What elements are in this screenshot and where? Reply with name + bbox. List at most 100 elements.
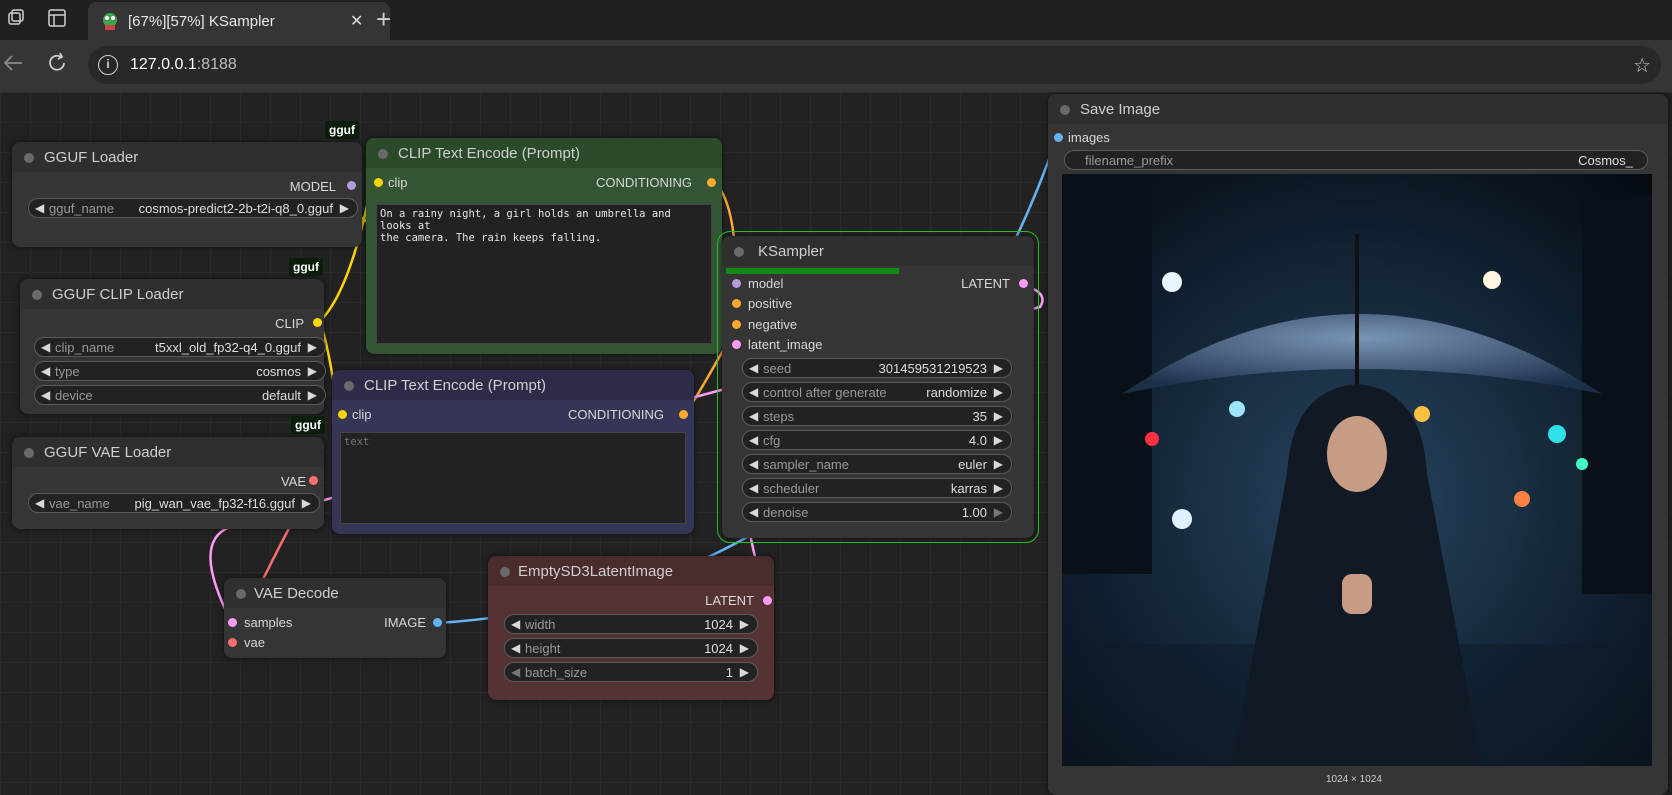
next-arrow-icon[interactable]: ▶ bbox=[340, 201, 349, 215]
prev-arrow-icon[interactable]: ◀ bbox=[41, 364, 50, 378]
widget-label: device bbox=[55, 388, 93, 403]
back-icon[interactable] bbox=[2, 52, 24, 79]
control-after-generate-widget[interactable]: ◀ control after generate randomize ▶ bbox=[742, 382, 1012, 402]
collapse-dot[interactable] bbox=[500, 567, 510, 577]
collapse-dot[interactable] bbox=[734, 247, 744, 257]
seed-widget[interactable]: ◀ seed 301459531219523 ▶ bbox=[742, 358, 1012, 378]
input-negative-dot[interactable] bbox=[732, 320, 741, 329]
decrement-arrow-icon[interactable]: ◀ bbox=[511, 665, 520, 679]
prev-arrow-icon[interactable]: ◀ bbox=[35, 201, 44, 215]
increment-arrow-icon[interactable]: ▶ bbox=[740, 665, 749, 679]
empty-sd3-latent-image-node[interactable]: EmptySD3LatentImage LATENT ◀ width 1024 ▶ ◀… bbox=[488, 556, 774, 700]
output-vae-dot[interactable] bbox=[309, 476, 318, 485]
close-tab-icon[interactable]: ✕ bbox=[350, 11, 363, 31]
width-widget[interactable]: ◀ width 1024 ▶ bbox=[504, 614, 758, 634]
bookmark-star-icon[interactable]: ☆ bbox=[1633, 53, 1651, 78]
filename-prefix-field[interactable]: filename_prefix Cosmos_ bbox=[1064, 150, 1648, 170]
batch-size-widget[interactable]: ◀ batch_size 1 ▶ bbox=[504, 662, 758, 682]
increment-arrow-icon[interactable]: ▶ bbox=[994, 409, 1003, 423]
decrement-arrow-icon[interactable]: ◀ bbox=[749, 361, 758, 375]
increment-arrow-icon[interactable]: ▶ bbox=[994, 361, 1003, 375]
output-latent-dot[interactable] bbox=[763, 596, 772, 605]
input-images-dot[interactable] bbox=[1054, 133, 1063, 142]
vae-name-combo[interactable]: ◀ vae_name pig_wan_vae_fp32-f16.gguf ▶ bbox=[28, 493, 320, 513]
site-info-icon[interactable]: i bbox=[98, 55, 118, 75]
vae-decode-node[interactable]: VAE Decode samples vae IMAGE bbox=[224, 578, 446, 658]
input-positive-dot[interactable] bbox=[732, 299, 741, 308]
next-arrow-icon[interactable]: ▶ bbox=[308, 340, 317, 354]
output-model-dot[interactable] bbox=[347, 181, 356, 190]
decrement-arrow-icon[interactable]: ◀ bbox=[749, 433, 758, 447]
gguf-clip-loader-node[interactable]: GGUF CLIP Loader CLIP ◀ clip_name t5xxl_ol… bbox=[20, 279, 326, 414]
device-combo[interactable]: ◀ device default ▶ bbox=[34, 385, 326, 405]
height-widget[interactable]: ◀ height 1024 ▶ bbox=[504, 638, 758, 658]
url-field[interactable]: i 127.0.0.1:8188 ☆ bbox=[88, 46, 1661, 84]
collapse-dot[interactable] bbox=[236, 589, 246, 599]
input-vae-dot[interactable] bbox=[228, 638, 237, 647]
output-latent-dot[interactable] bbox=[1019, 279, 1028, 288]
gguf-loader-node[interactable]: GGUF Loader MODEL ◀ gguf_name cosmos-pre… bbox=[12, 142, 362, 247]
ksampler-node[interactable]: KSampler model positive negative latent_… bbox=[717, 231, 1039, 543]
reload-icon[interactable] bbox=[46, 52, 68, 79]
prompt-textarea[interactable]: text bbox=[340, 432, 686, 524]
clip-name-combo[interactable]: ◀ clip_name t5xxl_old_fp32-q4_0.gguf ▶ bbox=[34, 337, 326, 357]
scheduler-widget[interactable]: ◀ scheduler karras ▶ bbox=[742, 478, 1012, 498]
prev-arrow-icon[interactable]: ◀ bbox=[41, 340, 50, 354]
output-conditioning-dot[interactable] bbox=[679, 410, 688, 419]
next-arrow-icon[interactable]: ▶ bbox=[994, 481, 1003, 495]
next-arrow-icon[interactable]: ▶ bbox=[308, 364, 317, 378]
next-arrow-icon[interactable]: ▶ bbox=[308, 388, 317, 402]
input-samples-dot[interactable] bbox=[228, 618, 237, 627]
increment-arrow-icon[interactable]: ▶ bbox=[740, 617, 749, 631]
increment-arrow-icon[interactable]: ▶ bbox=[994, 505, 1003, 519]
workspaces-icon[interactable] bbox=[6, 8, 26, 33]
output-conditioning-dot[interactable] bbox=[707, 178, 716, 187]
sampler-name-widget[interactable]: ◀ sampler_name euler ▶ bbox=[742, 454, 1012, 474]
node-title: EmptySD3LatentImage bbox=[518, 563, 674, 580]
collapse-dot[interactable] bbox=[1060, 105, 1070, 115]
output-image: IMAGE bbox=[384, 615, 426, 630]
input-clip-dot[interactable] bbox=[338, 410, 347, 419]
collapse-dot[interactable] bbox=[24, 153, 34, 163]
prev-arrow-icon[interactable]: ◀ bbox=[749, 457, 758, 471]
steps-widget[interactable]: ◀ steps 35 ▶ bbox=[742, 406, 1012, 426]
denoise-widget[interactable]: ◀ denoise 1.00 ▶ bbox=[742, 502, 1012, 522]
decrement-arrow-icon[interactable]: ◀ bbox=[749, 409, 758, 423]
increment-arrow-icon[interactable]: ▶ bbox=[994, 433, 1003, 447]
input-clip-dot[interactable] bbox=[374, 178, 383, 187]
prev-arrow-icon[interactable]: ◀ bbox=[749, 385, 758, 399]
output-clip-dot[interactable] bbox=[313, 318, 322, 327]
next-arrow-icon[interactable]: ▶ bbox=[994, 457, 1003, 471]
node-title: GGUF VAE Loader bbox=[44, 444, 172, 461]
tab-actions-icon[interactable] bbox=[48, 9, 66, 32]
increment-arrow-icon[interactable]: ▶ bbox=[740, 641, 749, 655]
widget-value: pig_wan_vae_fp32-f16.gguf bbox=[134, 496, 295, 511]
prev-arrow-icon[interactable]: ◀ bbox=[749, 481, 758, 495]
new-tab-icon[interactable]: + bbox=[376, 4, 391, 35]
cfg-widget[interactable]: ◀ cfg 4.0 ▶ bbox=[742, 430, 1012, 450]
save-image-node[interactable]: Save Image images filename_prefix Cosmos… bbox=[1048, 94, 1668, 795]
gguf-vae-loader-node[interactable]: GGUF VAE Loader VAE ◀ vae_name pig_wan_vae… bbox=[12, 437, 324, 529]
prompt-textarea[interactable]: On a rainy night, a girl holds an umbrel… bbox=[376, 204, 712, 344]
browser-tab[interactable]: [67%][57%] KSampler ✕ bbox=[88, 2, 390, 40]
input-latent-image-dot[interactable] bbox=[732, 340, 741, 349]
node-graph-canvas[interactable]: gguf GGUF Loader MODEL ◀ gguf_name cosmo… bbox=[0, 92, 1672, 795]
collapse-dot[interactable] bbox=[32, 290, 42, 300]
output-image-dot[interactable] bbox=[433, 618, 442, 627]
clip-text-encode-positive-node[interactable]: CLIP Text Encode (Prompt) clip CONDITION… bbox=[366, 138, 722, 354]
output-conditioning: CONDITIONING bbox=[567, 407, 664, 422]
next-arrow-icon[interactable]: ▶ bbox=[994, 385, 1003, 399]
collapse-dot[interactable] bbox=[344, 381, 354, 391]
next-arrow-icon[interactable]: ▶ bbox=[302, 496, 311, 510]
gguf-name-combo[interactable]: ◀ gguf_name cosmos-predict2-2b-t2i-q8_0.… bbox=[28, 198, 358, 218]
decrement-arrow-icon[interactable]: ◀ bbox=[749, 505, 758, 519]
collapse-dot[interactable] bbox=[24, 448, 34, 458]
prev-arrow-icon[interactable]: ◀ bbox=[35, 496, 44, 510]
clip-text-encode-negative-node[interactable]: CLIP Text Encode (Prompt) clip CONDITION… bbox=[332, 370, 694, 534]
prev-arrow-icon[interactable]: ◀ bbox=[41, 388, 50, 402]
collapse-dot[interactable] bbox=[378, 149, 388, 159]
type-combo[interactable]: ◀ type cosmos ▶ bbox=[34, 361, 326, 381]
decrement-arrow-icon[interactable]: ◀ bbox=[511, 617, 520, 631]
decrement-arrow-icon[interactable]: ◀ bbox=[511, 641, 520, 655]
input-model-dot[interactable] bbox=[732, 279, 741, 288]
